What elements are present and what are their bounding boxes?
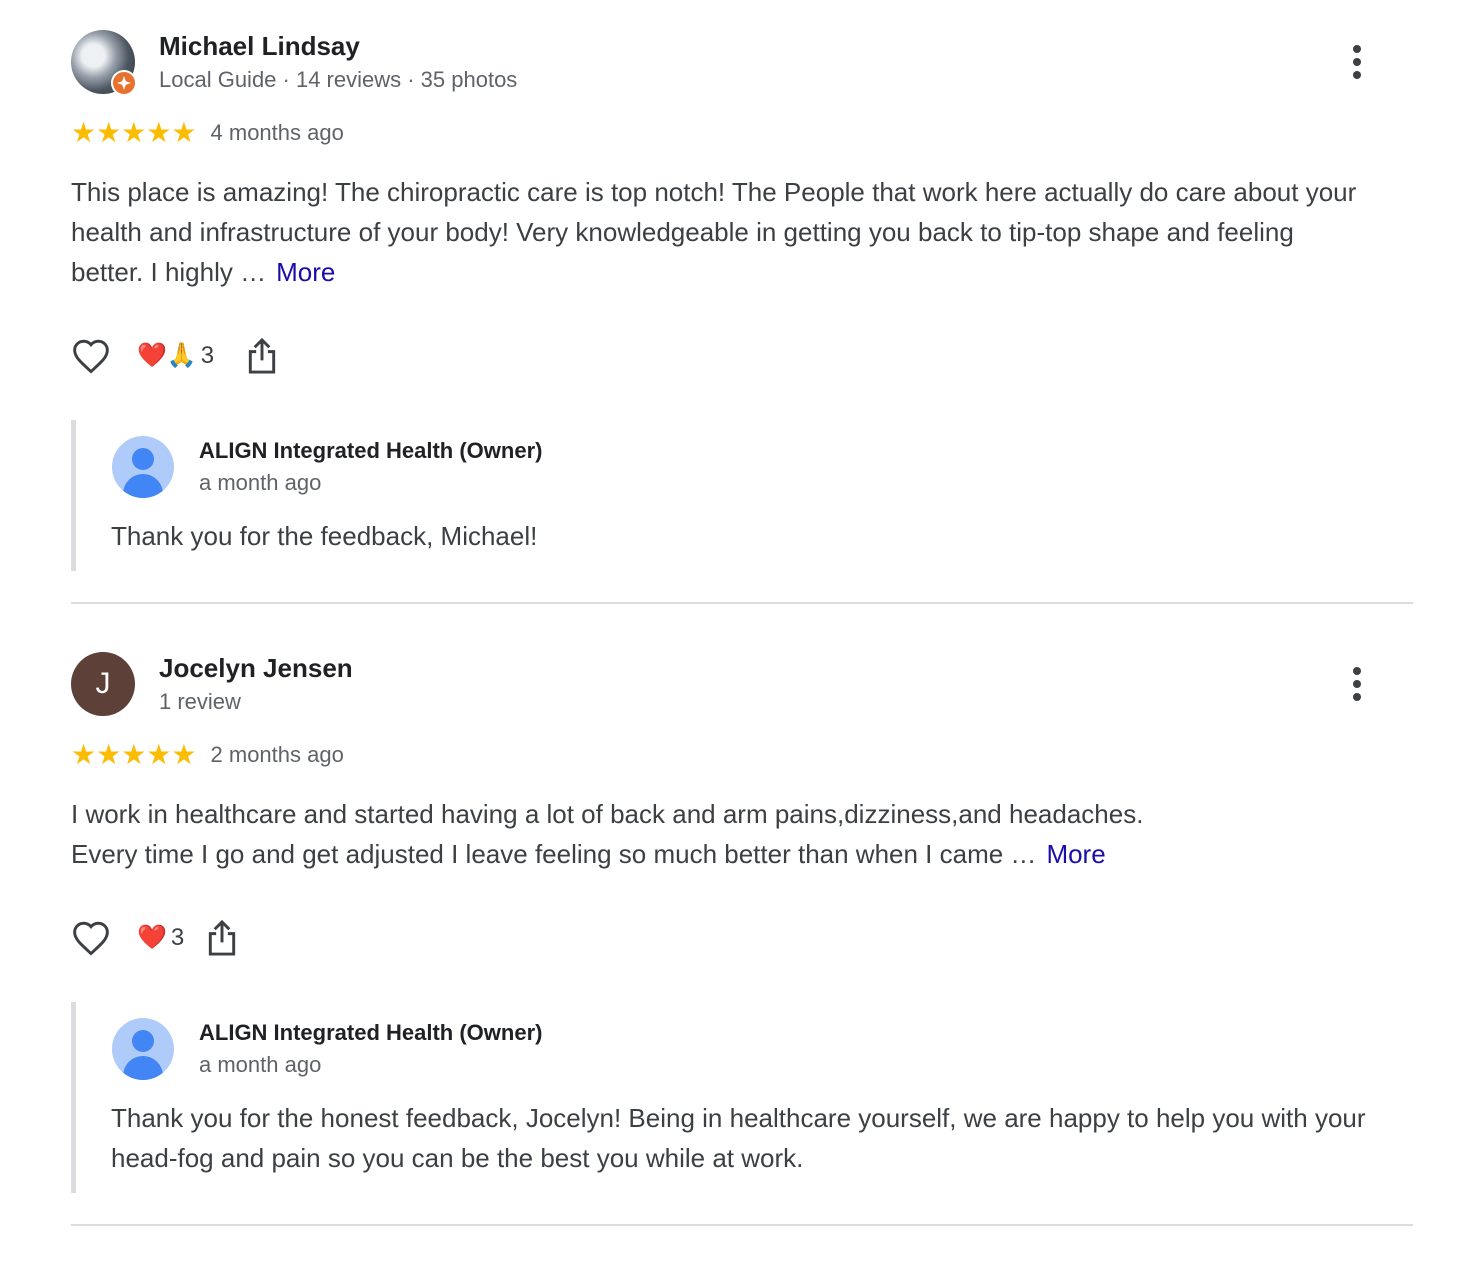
owner-name: ALIGN Integrated Health (Owner): [199, 438, 543, 463]
reaction-count: 3: [200, 342, 215, 369]
reaction-count: 3: [170, 924, 185, 951]
like-button[interactable]: [71, 336, 111, 376]
share-icon: [248, 337, 276, 374]
review-text: This place is amazing! The chiropractic …: [71, 172, 1361, 292]
review-actions: ❤️🙏 3: [71, 334, 280, 378]
owner-avatar-icon: [112, 436, 174, 498]
more-options-icon[interactable]: [1337, 662, 1377, 706]
avatar-letter: J: [71, 652, 135, 716]
rating-row: ★★★★★ 4 months ago: [71, 118, 344, 148]
avatar[interactable]: J: [71, 652, 135, 716]
reaction-emojis: ❤️: [137, 924, 167, 951]
star-rating-icon: ★★★★★: [71, 739, 197, 770]
heart-icon: [73, 921, 109, 956]
heart-icon: [73, 339, 109, 374]
reviewer-meta[interactable]: Local Guide · 14 reviews · 35 photos: [159, 66, 517, 94]
owner-reply-date: a month ago: [199, 1052, 322, 1077]
review-actions: ❤️ 3: [71, 916, 240, 960]
share-button[interactable]: [204, 918, 240, 958]
divider: [71, 1224, 1413, 1226]
more-link[interactable]: More: [276, 257, 335, 287]
reviewer-meta[interactable]: 1 review: [159, 688, 241, 716]
share-button[interactable]: [244, 336, 280, 376]
more-link[interactable]: More: [1046, 839, 1105, 869]
star-rating-icon: ★★★★★: [71, 117, 197, 148]
review-card: Michael Lindsay Local Guide · 14 reviews…: [71, 30, 1413, 571]
divider: [71, 602, 1413, 604]
reviewer-name[interactable]: Jocelyn Jensen: [159, 652, 353, 684]
owner-reply: ALIGN Integrated Health (Owner) a month …: [71, 1002, 1413, 1193]
owner-reply: ALIGN Integrated Health (Owner) a month …: [71, 420, 1413, 571]
review-header: Michael Lindsay Local Guide · 14 reviews…: [71, 30, 1413, 96]
review-date: 2 months ago: [210, 742, 344, 767]
review-header: J Jocelyn Jensen 1 review: [71, 652, 1413, 718]
reactions-summary[interactable]: ❤️ 3: [137, 924, 184, 952]
review-body-line: Every time I go and get adjusted I leave…: [71, 839, 1037, 869]
review-body-line: I work in healthcare and started having …: [71, 799, 1144, 829]
review-text: I work in healthcare and started having …: [71, 794, 1361, 874]
review-card: J Jocelyn Jensen 1 review ★★★★★ 2 months…: [71, 652, 1413, 1193]
reviewer-name[interactable]: Michael Lindsay: [159, 30, 360, 62]
owner-reply-text: Thank you for the feedback, Michael!: [111, 521, 538, 551]
more-options-icon[interactable]: [1337, 40, 1377, 84]
owner-reply-text: Thank you for the honest feedback, Jocel…: [111, 1103, 1366, 1173]
owner-name: ALIGN Integrated Health (Owner): [199, 1020, 543, 1045]
reactions-summary[interactable]: ❤️🙏 3: [137, 342, 214, 370]
avatar[interactable]: [71, 30, 137, 96]
rating-row: ★★★★★ 2 months ago: [71, 740, 344, 770]
review-body: This place is amazing! The chiropractic …: [71, 177, 1357, 287]
local-guide-badge-icon: [111, 70, 137, 96]
like-button[interactable]: [71, 918, 111, 958]
review-date: 4 months ago: [210, 120, 344, 145]
share-icon: [209, 919, 236, 956]
owner-avatar-icon: [112, 1018, 174, 1080]
reaction-emojis: ❤️🙏: [137, 342, 197, 369]
owner-reply-date: a month ago: [199, 470, 322, 495]
